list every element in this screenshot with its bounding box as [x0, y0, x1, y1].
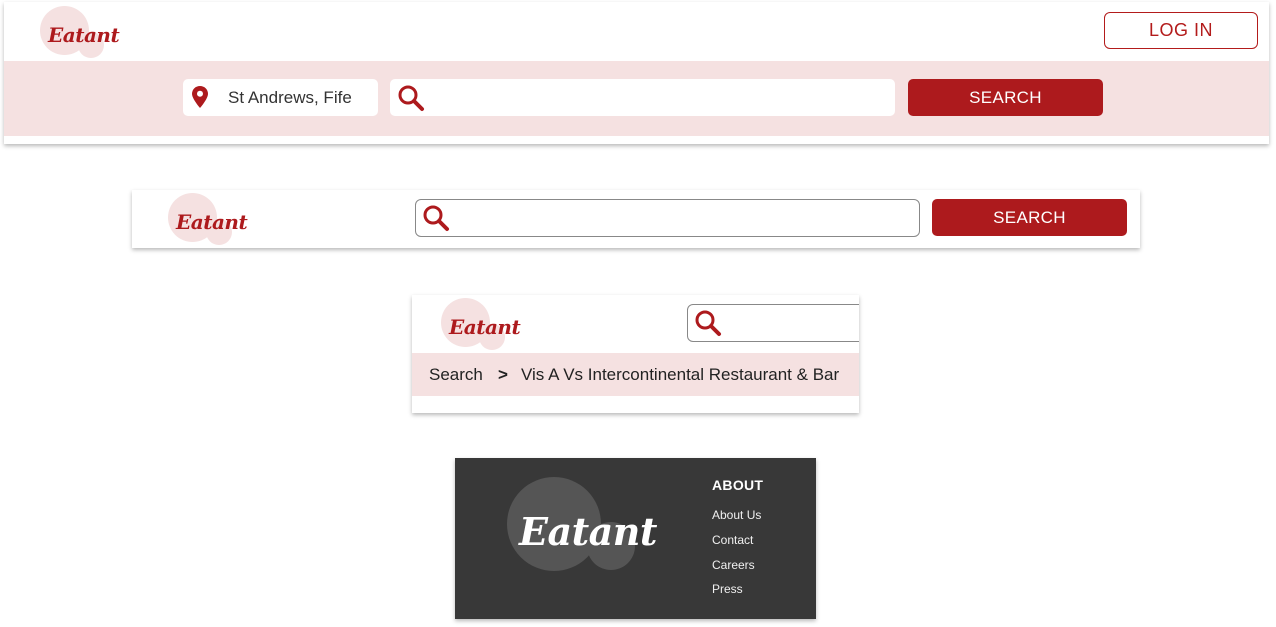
header-mobile: Eatant Search > Vis A Vs Intercontinenta… [412, 295, 859, 413]
search-button[interactable]: SEARCH [908, 79, 1103, 116]
location-value: St Andrews, Fife [228, 88, 352, 107]
search-icon [398, 85, 424, 111]
breadcrumb-root-link[interactable]: Search [429, 365, 483, 385]
breadcrumb-current: Vis A Vs Intercontinental Restaurant & B… [521, 365, 840, 384]
header-compact: Eatant SEARCH [132, 190, 1140, 248]
search-button[interactable]: SEARCH [932, 199, 1127, 236]
about-heading: ABOUT [712, 477, 764, 493]
footer: Eatant ABOUT About Us Contact Careers Pr… [455, 458, 816, 619]
search-input[interactable] [390, 79, 895, 116]
breadcrumb: Search > Vis A Vs Intercontinental Resta… [412, 353, 859, 396]
search-icon [695, 310, 721, 336]
logo-text: Eatant [176, 210, 248, 234]
logo-text: Eatant [449, 315, 521, 339]
search-input[interactable] [687, 304, 859, 342]
footer-link-press[interactable]: Press [712, 582, 743, 596]
logo-text: Eatant [48, 23, 120, 47]
eatant-logo[interactable]: Eatant [168, 193, 248, 245]
header-full: Eatant LOG IN St Andrews, Fife SEARCH [4, 2, 1269, 144]
footer-link-contact[interactable]: Contact [712, 533, 753, 547]
logo-text: Eatant [519, 509, 657, 554]
search-icon [423, 205, 449, 231]
map-pin-icon [192, 86, 208, 108]
search-band: St Andrews, Fife SEARCH [4, 61, 1269, 136]
search-input[interactable] [415, 199, 920, 237]
footer-link-careers[interactable]: Careers [712, 558, 755, 572]
location-field[interactable]: St Andrews, Fife [183, 79, 378, 116]
eatant-logo[interactable]: Eatant [441, 298, 521, 350]
login-button[interactable]: LOG IN [1104, 12, 1258, 49]
footer-link-about-us[interactable]: About Us [712, 508, 761, 522]
eatant-logo[interactable]: Eatant [507, 477, 657, 577]
eatant-logo[interactable]: Eatant [40, 6, 120, 58]
breadcrumb-separator: > [498, 365, 508, 384]
